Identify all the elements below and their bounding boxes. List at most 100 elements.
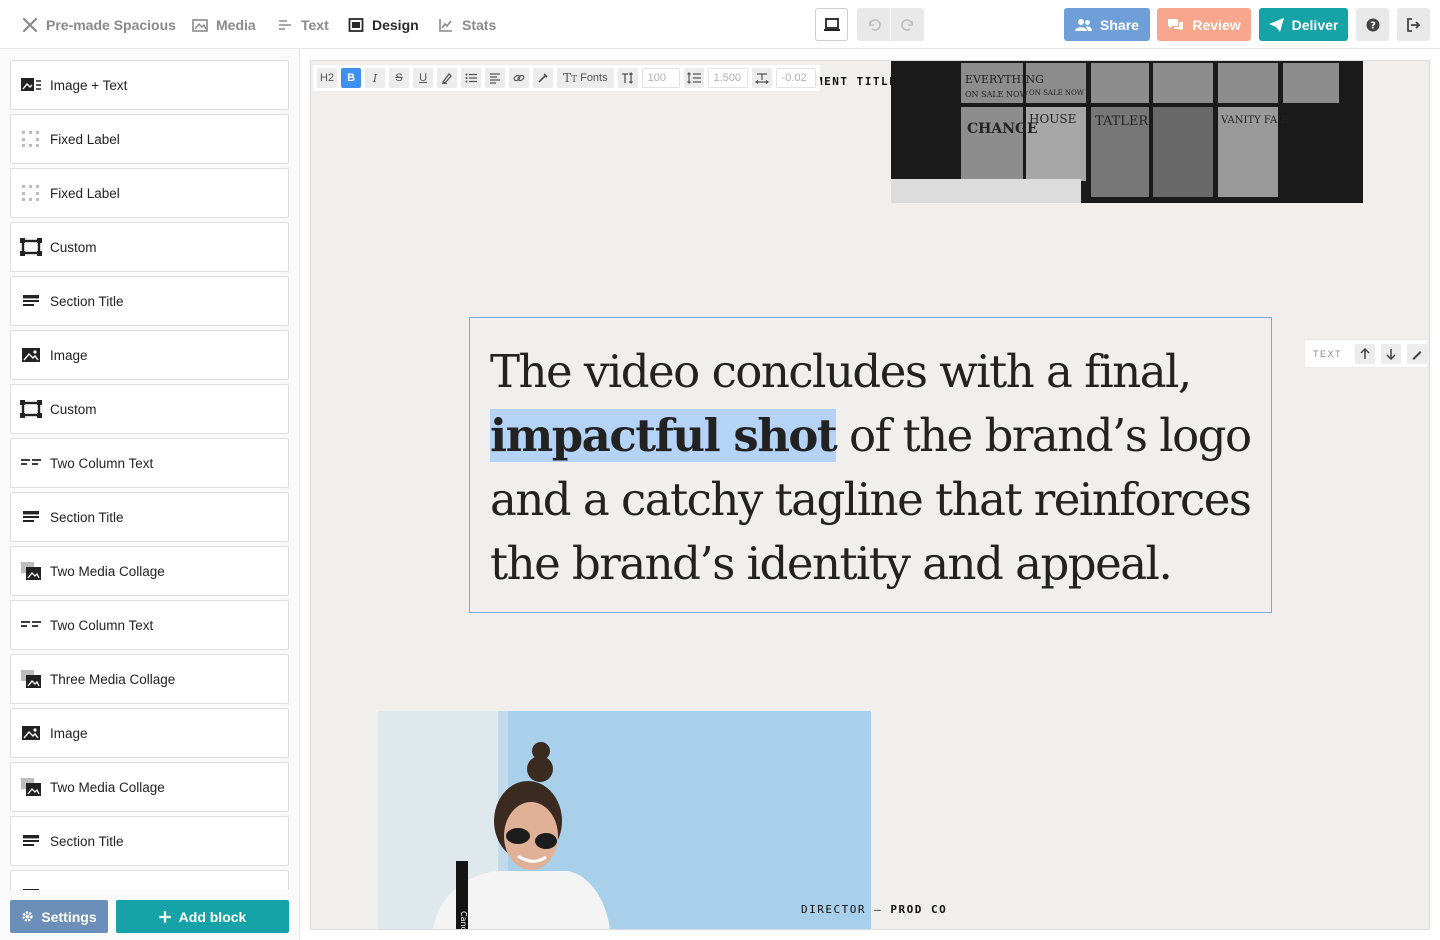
block-item-label: Fixed Label <box>50 131 120 147</box>
line-height-input[interactable]: 1.500 <box>707 68 748 88</box>
block-item-label: Fixed Label <box>50 185 120 201</box>
section-title-icon <box>20 506 42 528</box>
block-item-image-text[interactable]: Image + Text <box>10 60 289 110</box>
block-item-custom[interactable]: Custom <box>10 222 289 272</box>
block-item-label: Custom <box>50 239 97 255</box>
highlight-button[interactable] <box>437 68 458 88</box>
block-item-section-title[interactable]: Section Title <box>10 492 289 542</box>
svg-text:Canon: Canon <box>459 911 468 930</box>
block-item-image[interactable]: Image <box>10 330 289 380</box>
block-item-label: Section Title <box>50 293 124 309</box>
nav-brand[interactable]: Pre-made Spacious <box>22 0 176 49</box>
help-button[interactable]: ? <box>1356 8 1389 41</box>
block-item-three-media-collage[interactable]: Three Media Collage <box>10 654 289 704</box>
desktop-preview-button[interactable] <box>815 8 848 41</box>
text-before: The video concludes with a final, <box>490 345 1192 398</box>
bullet-list-button[interactable] <box>461 68 482 88</box>
grid-dots-icon <box>20 128 42 150</box>
block-item-fixed-label[interactable]: Fixed Label <box>10 114 289 164</box>
design-canvas[interactable]: MENT TITLE — CLIENT EVERYTHING ON SALE N… <box>310 60 1430 930</box>
move-down-button[interactable] <box>1381 343 1401 364</box>
letter-spacing-icon <box>754 73 769 84</box>
add-block-button[interactable]: Add block <box>116 900 289 933</box>
nav-media[interactable]: Media <box>192 0 256 49</box>
logout-button[interactable] <box>1397 8 1430 41</box>
arrow-down-icon <box>1386 348 1396 360</box>
redo-button[interactable] <box>891 8 924 41</box>
fonts-label: Fonts <box>580 72 608 84</box>
block-item-section-title[interactable]: Section Title <box>10 816 289 866</box>
share-button[interactable]: Share <box>1064 8 1150 41</box>
heading-level-button[interactable]: H2 <box>317 68 338 88</box>
nav-stats[interactable]: Stats <box>438 0 496 49</box>
grid-dots-icon <box>20 182 42 204</box>
image-icon <box>20 344 42 366</box>
block-item-section-title[interactable]: Section Title <box>10 276 289 326</box>
image-text-icon <box>20 74 42 96</box>
magazine-rack-photo[interactable]: EVERYTHING ON SALE NOW ON SALE NOW CHANG… <box>891 61 1363 203</box>
deliver-button[interactable]: Deliver <box>1259 8 1348 41</box>
gear-icon <box>22 911 33 922</box>
svg-text:HOUSE: HOUSE <box>1029 112 1076 126</box>
italic-button[interactable]: I <box>365 68 386 88</box>
svg-text:TATLER: TATLER <box>1095 114 1149 129</box>
edit-block-button[interactable] <box>1407 343 1427 364</box>
letter-spacing-input[interactable]: -0.02 <box>775 68 816 88</box>
highlighter-icon <box>442 73 452 84</box>
link-button[interactable] <box>509 68 530 88</box>
collage-icon <box>20 560 42 582</box>
block-heading-text[interactable]: The video concludes with a final, impact… <box>490 340 1260 596</box>
woman-portrait-photo[interactable]: Canon <box>378 711 871 930</box>
svg-text:ON SALE NOW: ON SALE NOW <box>965 90 1029 99</box>
nav-stats-label: Stats <box>462 16 497 33</box>
comments-icon <box>1168 18 1184 31</box>
block-item-label: Two Column Text <box>50 455 154 471</box>
block-item-two-media-collage[interactable]: Two Media Collage <box>10 762 289 812</box>
block-item-custom[interactable]: Custom <box>10 384 289 434</box>
undo-button[interactable] <box>857 8 890 41</box>
help-icon: ? <box>1366 18 1379 31</box>
move-up-button[interactable] <box>1355 343 1375 364</box>
block-item-label: Three Media Collage <box>50 671 176 687</box>
selected-text-block[interactable]: The video concludes with a final, impact… <box>469 317 1272 613</box>
settings-button[interactable]: Settings <box>10 900 108 933</box>
text-lines-icon <box>279 19 291 30</box>
caption-separator: — <box>865 903 891 916</box>
review-button[interactable]: Review <box>1157 8 1251 41</box>
text-size-button[interactable] <box>617 68 638 88</box>
two-column-icon <box>20 614 42 636</box>
block-item-two-column-text[interactable]: Two Column Text <box>10 600 289 650</box>
nav-text[interactable]: Text <box>277 0 329 49</box>
block-item-fixed-label[interactable]: Fixed Label <box>10 168 289 218</box>
block-item-image[interactable]: Image <box>10 708 289 758</box>
letter-spacing-button[interactable] <box>751 68 772 88</box>
redo-icon <box>900 18 913 31</box>
design-icon <box>348 17 364 32</box>
block-item-label: Section Title <box>50 833 124 849</box>
frame-icon <box>20 236 42 258</box>
logout-icon <box>1407 17 1421 32</box>
font-size-input[interactable]: 100 <box>641 68 680 88</box>
block-tools: TEXT <box>1304 339 1428 368</box>
tools-icon <box>22 17 38 32</box>
bullet-list-icon <box>465 73 478 83</box>
line-height-button[interactable] <box>683 68 704 88</box>
align-button[interactable] <box>485 68 506 88</box>
block-item-label: Image <box>50 347 88 363</box>
underline-button[interactable]: U <box>413 68 434 88</box>
block-item-label: Custom <box>50 401 97 417</box>
svg-text:VANITY FAIR: VANITY FAIR <box>1220 115 1289 126</box>
strikethrough-button[interactable]: S <box>389 68 410 88</box>
bold-button[interactable]: B <box>341 68 362 88</box>
color-picker-button[interactable] <box>533 68 554 88</box>
pencil-icon <box>1412 350 1422 359</box>
fonts-button[interactable]: TT Fonts <box>557 68 614 88</box>
block-item-label: Two Media Collage <box>50 563 165 579</box>
font-size-icon: TT <box>563 71 578 85</box>
block-item-two-media-collage[interactable]: Two Media Collage <box>10 546 289 596</box>
link-icon <box>513 74 525 82</box>
nav-design[interactable]: Design <box>348 0 419 49</box>
block-item-two-column-text[interactable]: Two Column Text <box>10 438 289 488</box>
nav-design-label: Design <box>372 16 419 33</box>
laptop-icon <box>823 17 840 31</box>
